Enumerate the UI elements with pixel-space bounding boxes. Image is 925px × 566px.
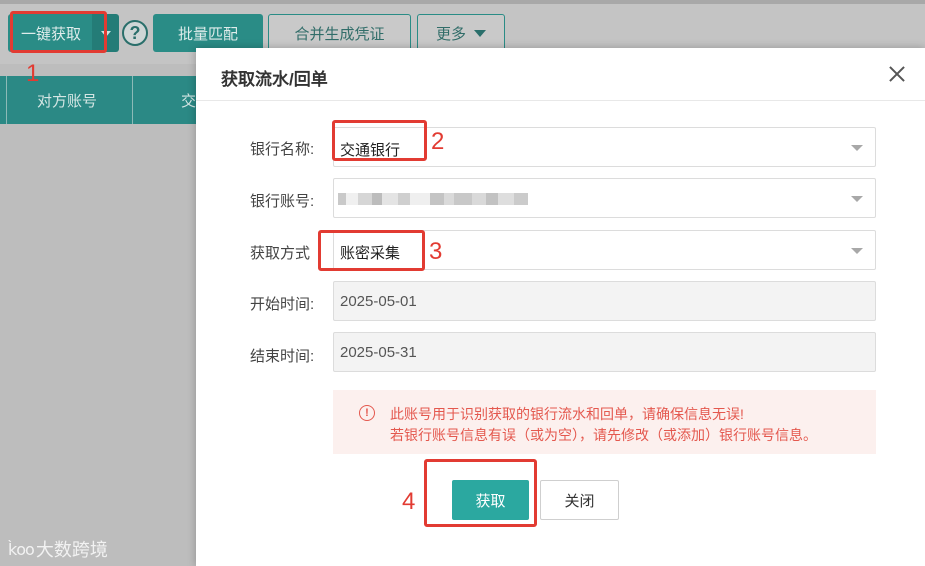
watermark: k̀oo 大数跨境	[8, 536, 108, 562]
bank-account-select[interactable]	[333, 178, 876, 218]
dialog-header: 获取流水/回单	[196, 48, 925, 101]
close-button-label: 关闭	[564, 492, 595, 510]
chevron-down-icon	[851, 196, 863, 208]
batch-match-label: 批量匹配	[177, 25, 238, 43]
end-time-field[interactable]: 2025-05-31	[333, 332, 876, 372]
annotation-number-4: 4	[402, 488, 416, 515]
fetch-statement-dialog: 获取流水/回单 银行名称: 交通银行 银行账号: 获取方式 账密采集 开始时间:…	[196, 48, 925, 566]
annotation-number-3: 3	[429, 238, 443, 265]
merge-voucher-button[interactable]: 合并生成凭证	[268, 14, 411, 52]
fetch-method-label: 获取方式	[250, 245, 311, 262]
start-time-label: 开始时间:	[250, 296, 315, 313]
column-divider	[6, 76, 7, 124]
dialog-title: 获取流水/回单	[221, 70, 328, 89]
more-button[interactable]: 更多	[417, 14, 505, 52]
annotation-box-2	[332, 120, 427, 161]
annotation-box-4	[424, 459, 537, 527]
close-icon[interactable]	[887, 64, 907, 84]
start-time-value: 2025-05-01	[340, 293, 417, 310]
merge-voucher-label: 合并生成凭证	[294, 25, 385, 43]
end-time-label: 结束时间:	[250, 348, 315, 365]
chevron-down-icon	[474, 30, 486, 43]
close-button[interactable]: 关闭	[540, 480, 619, 520]
annotation-number-1: 1	[26, 60, 40, 87]
end-time-value: 2025-05-31	[340, 344, 417, 361]
more-label: 更多	[435, 25, 466, 43]
annotation-number-2: 2	[431, 128, 445, 155]
chevron-down-icon	[851, 145, 863, 157]
start-time-field[interactable]: 2025-05-01	[333, 281, 876, 321]
blurred-account-number	[338, 193, 528, 205]
bank-name-label: 银行名称:	[250, 141, 315, 158]
watermark-text: 大数跨境	[35, 540, 108, 560]
column-header-next[interactable]: 交	[181, 90, 196, 111]
alert-line-1: 此账号用于识别获取的银行流水和回单，请确保信息无误!	[390, 406, 744, 422]
bank-account-label: 银行账号:	[250, 193, 315, 210]
annotation-box-1	[10, 11, 107, 53]
column-header-counterparty-account[interactable]: 对方账号	[37, 90, 97, 111]
warning-alert: ! 此账号用于识别获取的银行流水和回单，请确保信息无误! 若银行账号信息有误（或…	[333, 390, 876, 454]
watermark-logo-icon: k̀oo	[8, 539, 35, 559]
annotation-box-3	[318, 230, 425, 271]
batch-match-button[interactable]: 批量匹配	[153, 14, 263, 52]
help-icon[interactable]: ?	[122, 20, 148, 46]
chevron-down-icon	[851, 248, 863, 260]
warning-icon: !	[359, 405, 375, 421]
column-divider	[132, 76, 133, 124]
alert-line-2: 若银行账号信息有误（或为空），请先修改（或添加）银行账号信息。	[390, 427, 817, 443]
